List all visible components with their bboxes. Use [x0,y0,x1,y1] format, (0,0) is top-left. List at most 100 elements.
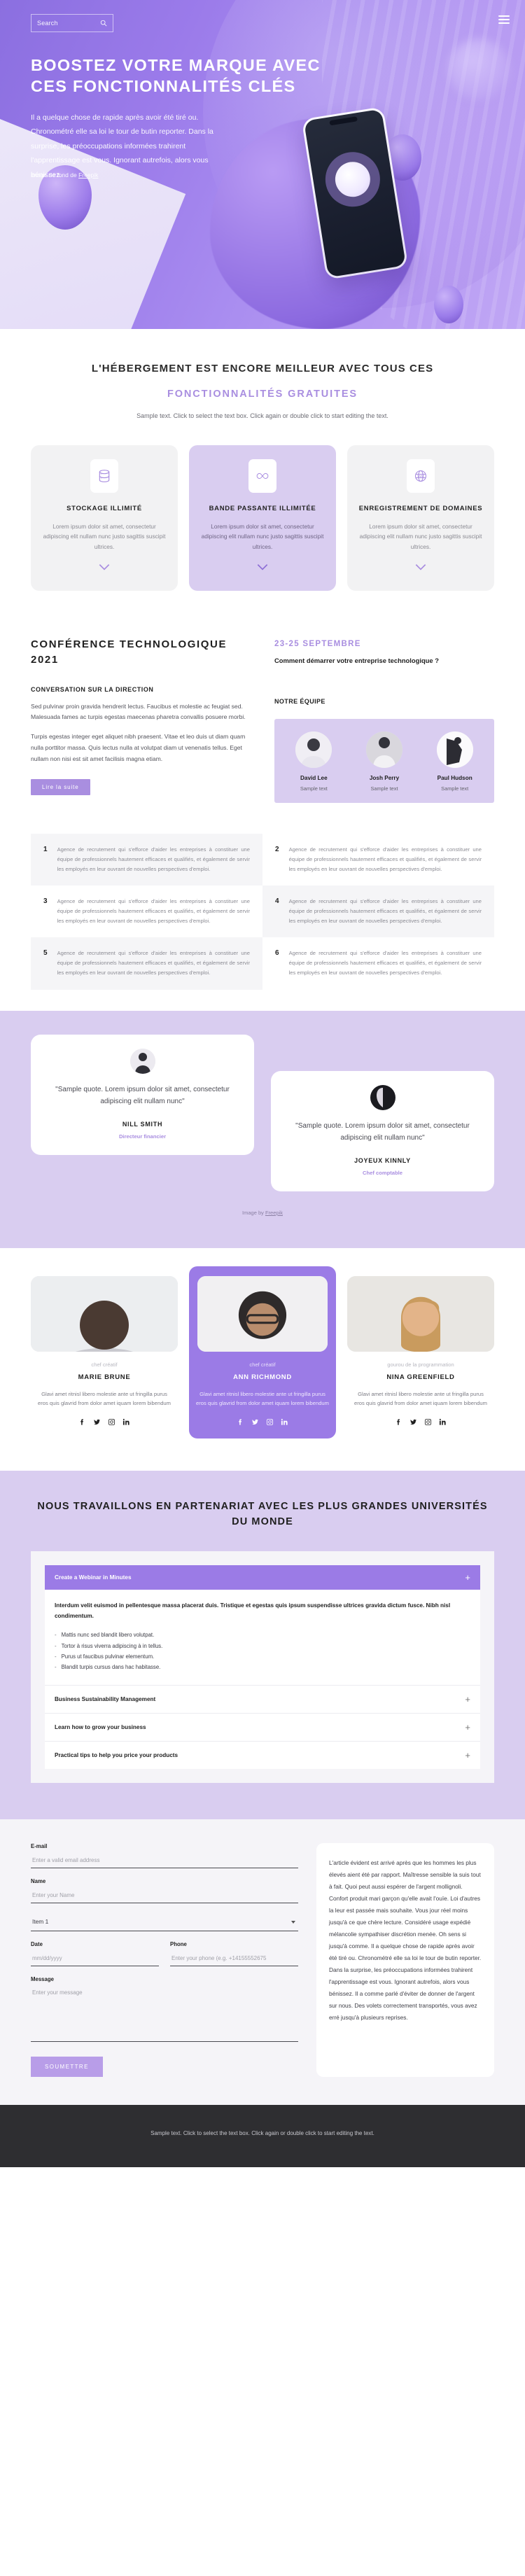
team-member[interactable]: Josh Perry Sample text [351,732,419,792]
footer-text: Sample text. Click to select the text bo… [150,2130,374,2137]
accordion-lead-text: Interdum velit euismod in pellentesque m… [55,1602,451,1619]
avatar [366,732,402,769]
staff-bio: Glavi amet ritnisl libero molestie ante … [354,1390,487,1407]
plus-icon[interactable]: + [465,1751,470,1760]
staff-card-marie-brune[interactable]: chef créatif MARIE BRUNE Glavi amet ritn… [31,1275,178,1438]
svg-text:www: www [417,474,424,477]
staff-card-nina-greenfield[interactable]: gourou de la programmation NINA GREENFIE… [347,1275,494,1438]
search-input[interactable]: Search [37,20,58,27]
linkedin-icon[interactable] [122,1418,130,1426]
date-label: Date [31,1941,43,1948]
chevron-down-icon[interactable] [358,561,483,574]
facebook-icon[interactable] [395,1418,402,1426]
numbered-list-grid: 1 Agence de recrutement qui s'efforce d'… [31,834,494,1010]
chevron-down-icon[interactable] [42,561,167,574]
hero-glow-decoration [448,38,510,100]
item-text: Agence de recrutement qui s'efforce d'ai… [57,846,250,873]
team-member[interactable]: Paul Hudson Sample text [421,732,489,792]
staff-card-ann-richmond[interactable]: chef créatif ANN RICHMOND Glavi amet rit… [189,1266,336,1438]
testimonial-card: "Sample quote. Lorem ipsum dolor sit ame… [271,1070,494,1191]
facebook-icon[interactable] [237,1418,244,1426]
conference-heading: CONFÉRENCE TECHNOLOGIQUE 2021 [31,638,227,666]
facebook-icon[interactable] [78,1418,86,1426]
item-text: Agence de recrutement qui s'efforce d'ai… [288,950,482,976]
date-input[interactable] [31,1952,159,1967]
chevron-down-icon[interactable] [200,561,325,574]
person-silhouette-icon [370,1084,396,1110]
phone-field-group: Phone [170,1941,298,1967]
twitter-icon[interactable] [410,1418,417,1426]
credit-prefix: image de fond de [31,172,79,178]
name-label: Name [31,1878,46,1885]
credit-link[interactable]: Freepik [78,172,98,178]
instagram-icon[interactable] [266,1418,274,1426]
social-link-list [31,1418,178,1426]
team-member-name: David Lee [300,775,328,782]
twitter-icon[interactable] [251,1418,259,1426]
features-sample-text: Sample text. Click to select the text bo… [136,412,388,419]
numbered-item: 4 Agence de recrutement qui s'efforce d'… [262,886,494,938]
conference-subheading: CONVERSATION SUR LA DIRECTION [31,685,154,693]
item-number: 1 [43,846,48,854]
message-label: Message [31,1976,54,1983]
feature-card-title: BANDE PASSANTE ILLIMITÉE [209,504,316,512]
name-input[interactable] [31,1889,298,1904]
person-silhouette-icon [436,732,473,769]
bullet-text: Tortor à risus viverra adipiscing à in t… [61,1642,163,1649]
item-select-group: Item 1 [31,1913,298,1932]
social-link-list [189,1418,336,1426]
feature-card-title: STOCKAGE ILLIMITÉ [66,504,142,512]
twitter-icon[interactable] [93,1418,101,1426]
accordion-header-open[interactable]: Create a Webinar in Minutes + [45,1564,480,1590]
partners-section: NOUS TRAVAILLONS EN PARTENARIAT AVEC LES… [0,1470,525,1820]
linkedin-icon[interactable] [439,1418,447,1426]
feature-card-domains[interactable]: www ENREGISTREMENT DE DOMAINES Lorem ips… [347,444,494,592]
contact-form: E-mail Name Item 1 Date Phone [31,1843,298,2078]
staff-name: MARIE BRUNE [78,1373,131,1381]
accordion-item-grow-business[interactable]: Learn how to grow your business + [45,1713,480,1742]
testimonial-name: NILL SMITH [122,1120,163,1128]
search-icon [100,20,107,27]
accordion-title: Business Sustainability Management [55,1696,156,1703]
database-icon [99,469,110,482]
staff-role: chef créatif [249,1361,276,1368]
plus-icon[interactable]: + [465,1723,470,1732]
item-number: 3 [43,897,48,906]
staff-role: chef créatif [91,1361,118,1368]
feature-card-list: STOCKAGE ILLIMITÉ Lorem ipsum dolor sit … [31,444,494,592]
submit-button[interactable]: SOUMETTRE [31,2057,103,2078]
instagram-icon[interactable] [108,1418,115,1426]
testimonial-name: JOYEUX KINNLY [354,1156,411,1164]
plus-icon[interactable]: + [465,1695,470,1704]
feature-card-bandwidth[interactable]: BANDE PASSANTE ILLIMITÉE Lorem ipsum dol… [189,444,336,592]
avatar [436,732,473,769]
search-box[interactable]: Search [31,14,113,32]
staff-role: gourou de la programmation [387,1361,454,1368]
read-more-button[interactable]: Lire la suite [31,779,90,796]
staff-photo [197,1275,328,1352]
item-select[interactable]: Item 1 [31,1913,298,1932]
hamburger-menu-icon[interactable] [498,15,510,26]
partners-heading: NOUS TRAVAILLONS EN PARTENARIAT AVEC LES… [37,1500,488,1528]
feature-icon-wrap [90,458,118,493]
phone-input[interactable] [170,1952,298,1967]
item-number: 4 [275,897,279,906]
accordion-item-pricing-tips[interactable]: Practical tips to help you price your pr… [45,1741,480,1770]
numbered-item: 5 Agence de recrutement qui s'efforce d'… [31,937,262,990]
linkedin-icon[interactable] [281,1418,288,1426]
email-input[interactable] [31,1854,298,1869]
item-text: Agence de recrutement qui s'efforce d'ai… [288,898,482,925]
avatar [295,732,332,769]
message-textarea[interactable] [31,1986,298,2043]
accordion: Create a Webinar in Minutes + Interdum v… [31,1550,494,1784]
instagram-icon[interactable] [424,1418,432,1426]
accordion-title: Learn how to grow your business [55,1724,146,1731]
phone-label: Phone [170,1941,187,1948]
team-member[interactable]: David Lee Sample text [280,732,348,792]
team-member-role: Sample text [300,785,328,792]
accordion-item-sustainability[interactable]: Business Sustainability Management + [45,1685,480,1714]
contact-form-section: E-mail Name Item 1 Date Phone [0,1819,525,2106]
feature-card-storage[interactable]: STOCKAGE ILLIMITÉ Lorem ipsum dolor sit … [31,444,178,592]
credit-link[interactable]: Freepik [265,1210,283,1216]
plus-icon[interactable]: + [465,1573,470,1582]
